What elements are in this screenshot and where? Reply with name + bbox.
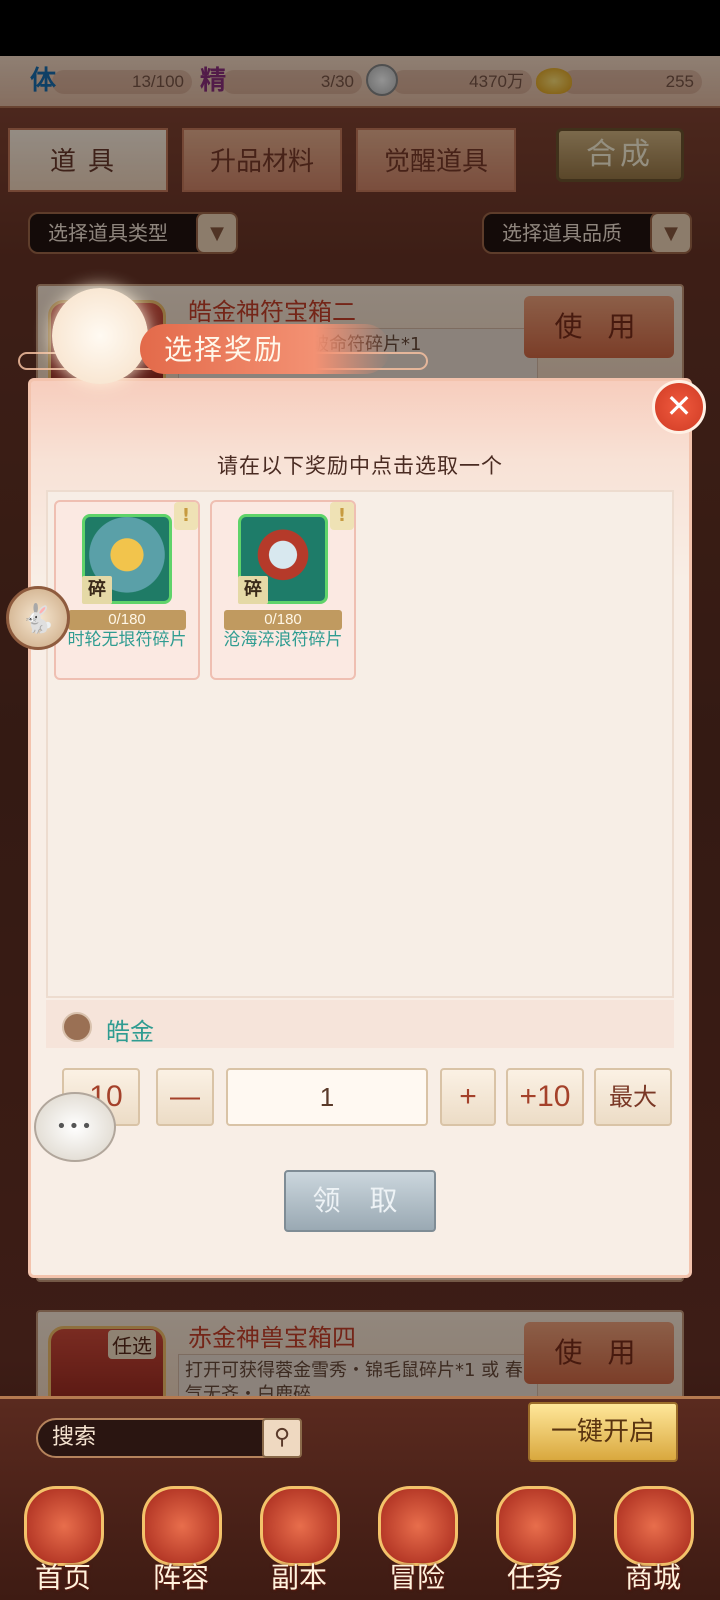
status-bar (0, 0, 720, 56)
plus-ten-button[interactable]: +10 (506, 1068, 584, 1126)
moon-decoration (52, 288, 148, 384)
adventure-icon (378, 1486, 458, 1566)
plus-button[interactable]: + (440, 1068, 496, 1126)
shop-icon (614, 1486, 694, 1566)
reward-progress: 0/180 (224, 610, 342, 630)
reward-name: 沧海淬浪符碎片 (223, 630, 343, 650)
close-icon[interactable]: ✕ (652, 380, 706, 434)
open-all-button[interactable]: 一键开启 (528, 1402, 678, 1462)
nav-home[interactable]: 首页 (8, 1476, 118, 1600)
claim-button[interactable]: 领 取 (284, 1170, 436, 1232)
nav-label: 阵容 (152, 1561, 209, 1594)
nav-shop[interactable]: 商城 (598, 1476, 708, 1600)
nav-tasks[interactable]: 任务 (480, 1476, 590, 1600)
max-button[interactable]: 最大 (594, 1068, 672, 1126)
nav-label: 任务 (506, 1561, 563, 1594)
dialog-prompt: 请在以下奖励中点击选取一个 (217, 454, 503, 478)
search-placeholder: 搜索 (52, 1425, 97, 1450)
reward-card[interactable]: 碎 ! 0/180 沧海淬浪符碎片 (210, 500, 356, 680)
nav-label: 冒险 (388, 1561, 445, 1594)
radio-icon[interactable] (62, 1012, 92, 1042)
tasks-icon (496, 1486, 576, 1566)
minus-button[interactable]: — (156, 1068, 214, 1126)
search-icon[interactable]: ⚲ (262, 1418, 302, 1458)
nav-dungeon[interactable]: 副本 (244, 1476, 354, 1600)
reward-card[interactable]: 碎 ! 0/180 时轮无垠符碎片 (54, 500, 200, 680)
nav-label: 商城 (624, 1561, 681, 1594)
nav-adventure[interactable]: 冒险 (362, 1476, 472, 1600)
lineup-icon (142, 1486, 222, 1566)
info-mark: ! (330, 502, 354, 530)
rabbit-icon[interactable]: 🐇 (6, 586, 70, 650)
home-icon (24, 1486, 104, 1566)
fragment-tag: 碎 (238, 576, 268, 604)
search-input[interactable]: 搜索 ⚲ (36, 1418, 302, 1458)
reward-progress: 0/180 (68, 610, 186, 630)
reward-name: 时轮无垠符碎片 (67, 630, 187, 650)
quality-label: 皓金 (106, 1018, 154, 1046)
nav-label: 首页 (34, 1561, 91, 1594)
fragment-tag: 碎 (82, 576, 112, 604)
info-mark: ! (174, 502, 198, 530)
dungeon-icon (260, 1486, 340, 1566)
nav-label: 副本 (270, 1561, 327, 1594)
nav-lineup[interactable]: 阵容 (126, 1476, 236, 1600)
dialog-title: 选择奖励 (164, 333, 285, 366)
quantity-input[interactable]: 1 (226, 1068, 428, 1126)
chat-cloud-icon[interactable]: ••• (34, 1092, 116, 1162)
